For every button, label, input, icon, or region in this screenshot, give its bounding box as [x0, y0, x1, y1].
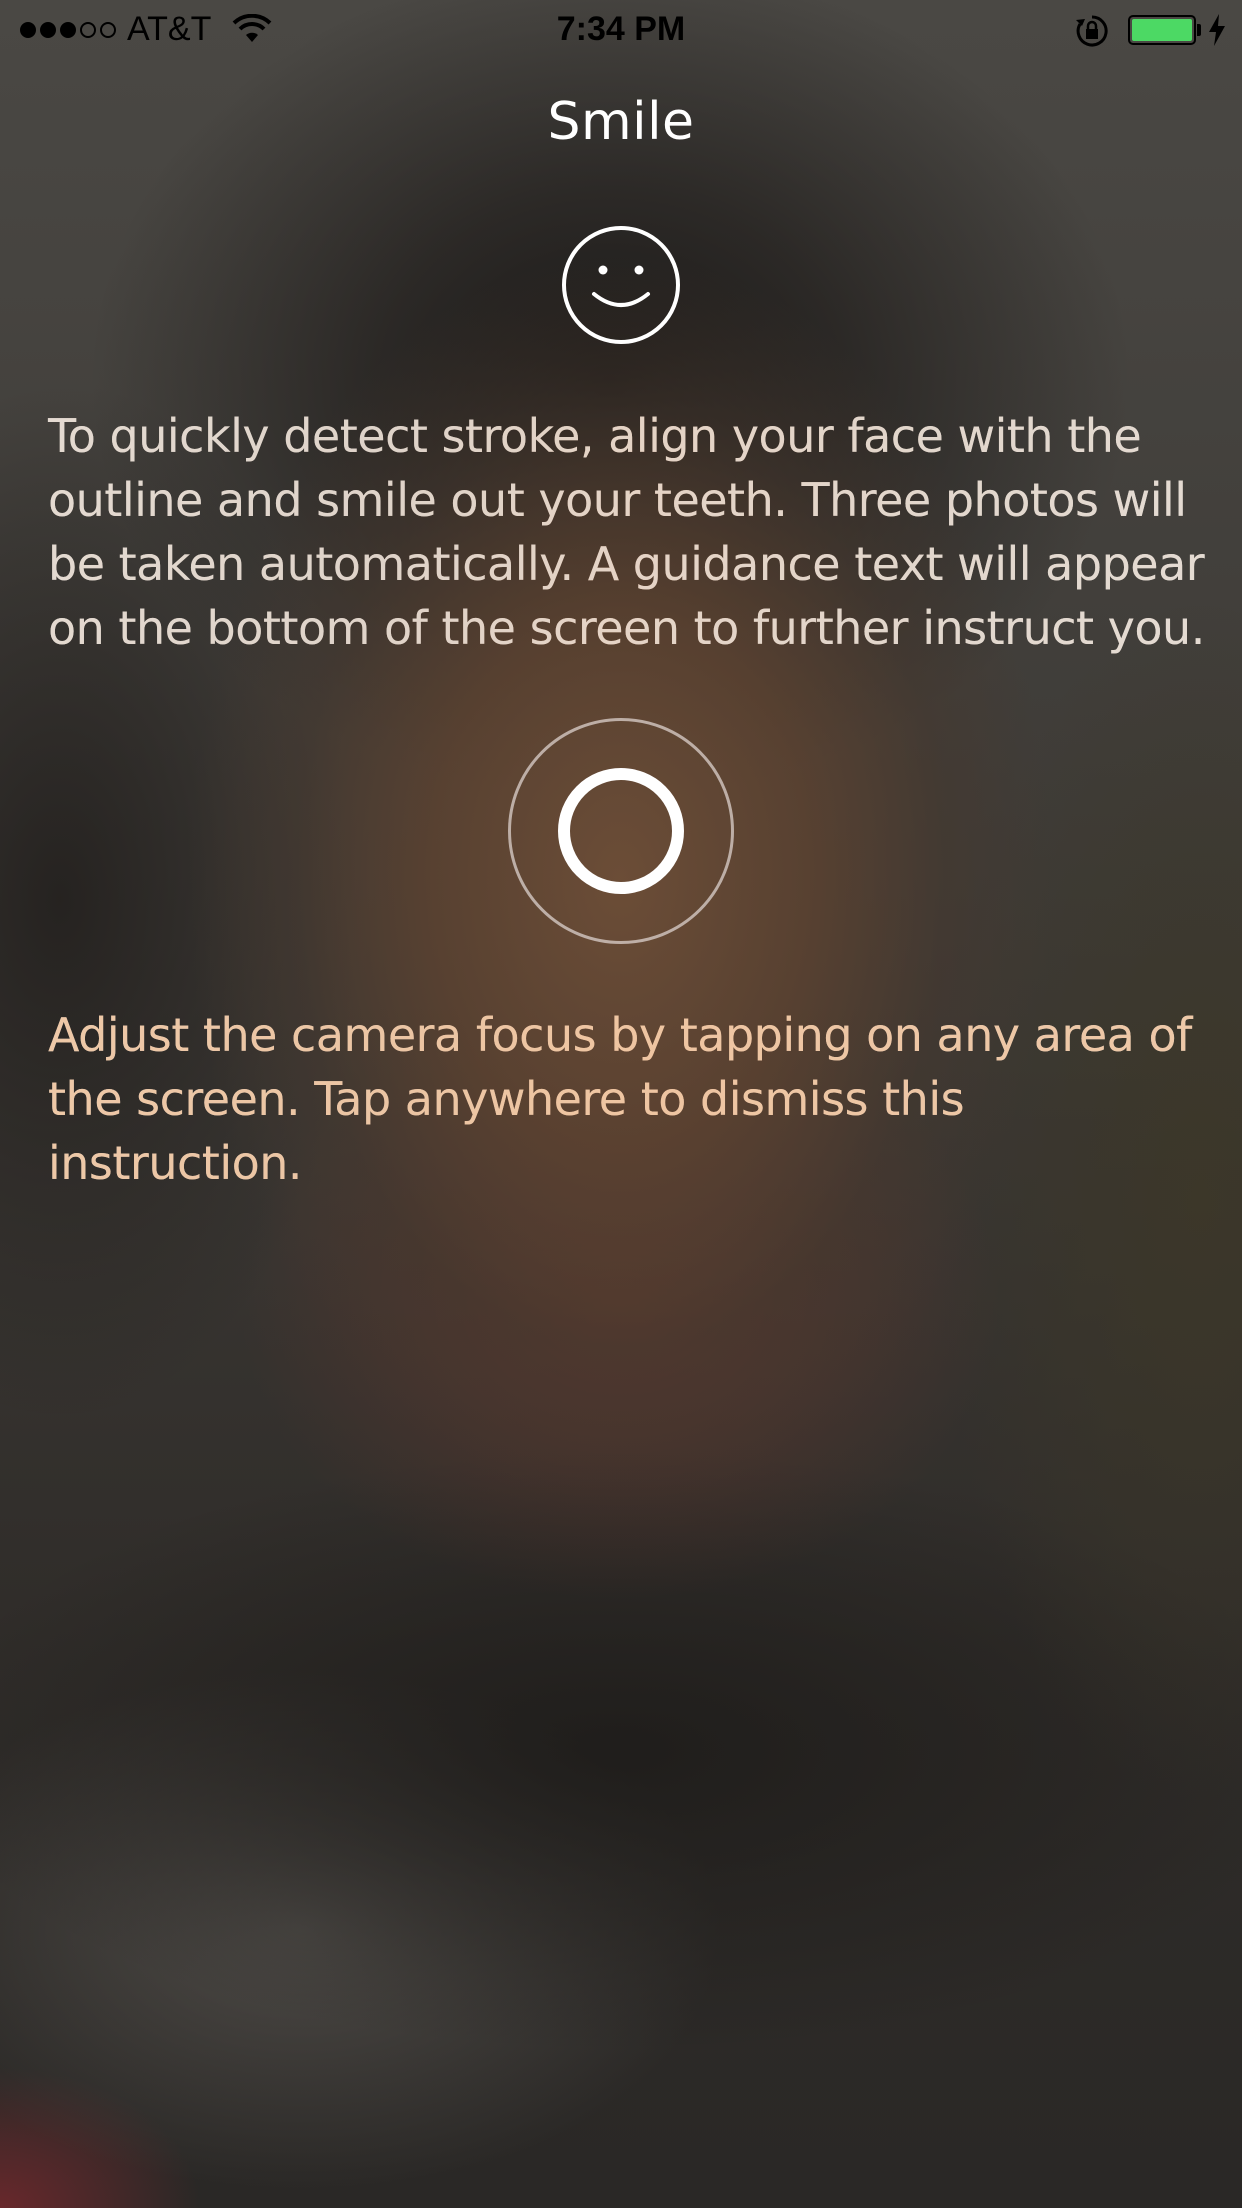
status-bar: AT&T 7:34 PM: [0, 0, 1242, 60]
clock-time: 7:34 PM: [556, 10, 686, 48]
instruction-text: To quickly detect stroke, align your fac…: [48, 404, 1208, 660]
page-title: Smile: [547, 92, 695, 152]
shutter-icon[interactable]: [508, 718, 734, 944]
charging-bolt-icon: [1209, 14, 1225, 46]
smile-icon: [562, 226, 680, 344]
battery-icon: [1128, 15, 1196, 45]
shutter-inner-ring[interactable]: [558, 768, 684, 894]
battery-level: [1132, 19, 1192, 41]
focus-hint-text: Adjust the camera focus by tapping on an…: [48, 1003, 1208, 1195]
battery-tip: [1197, 24, 1201, 36]
rotation-lock-icon: [1076, 15, 1108, 47]
